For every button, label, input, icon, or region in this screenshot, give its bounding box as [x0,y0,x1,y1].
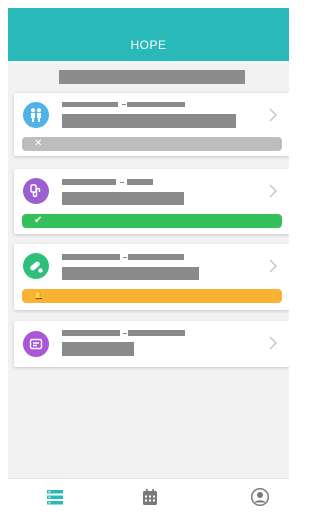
separator-dash [123,333,127,334]
card-title-redacted [127,102,185,107]
card-subtitle-redacted [62,192,184,205]
status-bar-reminder: 🔔 [22,289,282,303]
calendar-icon [143,489,157,505]
tab-list[interactable] [44,486,66,508]
chevron-right-icon [268,184,278,198]
profile-icon [250,487,270,507]
card-subtitle-redacted [62,342,134,356]
card-message[interactable] [14,321,289,367]
list-icon [47,490,63,505]
pills-icon [23,253,49,279]
app-header: HOPE [8,8,289,61]
card-title-redacted [127,179,153,185]
separator-dash [120,182,124,183]
separator-dash [122,104,126,105]
drip-icon [23,178,49,204]
card-medication[interactable]: 🔔 [14,244,289,310]
card-title-redacted [62,102,118,107]
card-title-redacted [62,254,120,260]
card-title-redacted [128,254,184,260]
chevron-right-icon [268,259,278,273]
card-title-redacted [128,330,185,336]
bottom-tab-bar [8,478,289,515]
status-symbol: ✕ [34,138,43,149]
card-subtitle-redacted [62,114,236,128]
tab-profile[interactable] [249,486,271,508]
separator-dash [123,257,127,258]
card-title-redacted [62,179,116,185]
chevron-right-icon [268,108,278,122]
card-family[interactable]: ✕ [14,93,289,156]
section-heading-redacted [59,70,245,84]
card-title-redacted [62,330,120,336]
tab-calendar[interactable] [139,486,161,508]
phone-screen: HOPE ✕ ✔ 🔔 [8,8,289,515]
message-icon [23,331,49,357]
bell-icon: 🔔 [34,291,44,300]
family-icon [23,102,49,128]
card-subtitle-redacted [62,267,199,280]
status-bar-completed: ✔ [22,214,282,228]
status-bar-dismissed: ✕ [22,137,282,151]
app-title: HOPE [130,38,167,52]
status-symbol: ✔ [34,215,43,226]
chevron-right-icon [268,336,278,350]
card-infusion[interactable]: ✔ [14,169,289,234]
